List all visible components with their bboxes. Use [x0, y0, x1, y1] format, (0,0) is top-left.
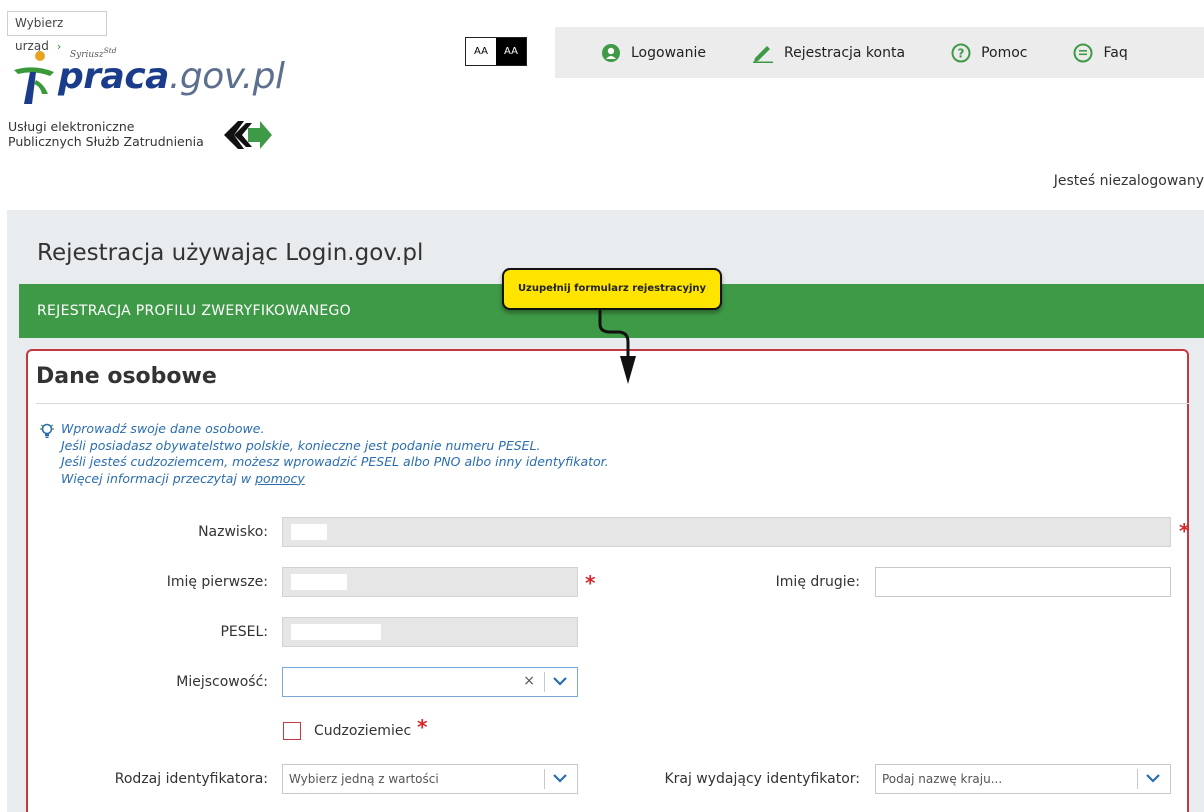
chevron-down-icon[interactable]: [553, 677, 567, 686]
id-country-placeholder: Podaj nazwę kraju...: [882, 772, 1003, 786]
personal-data-form: Dane osobowe Wprowadź swoje dane osobowe…: [26, 349, 1189, 812]
pesel-field[interactable]: [282, 617, 578, 647]
first-name-value-redacted: [291, 574, 347, 590]
services-caption: Usługi elektroniczne Publicznych Służb Z…: [8, 119, 204, 149]
logo-figure-icon: [14, 51, 54, 104]
praca-gov-logo[interactable]: SyriuszStd praca.gov.pl: [10, 46, 285, 108]
nav-register[interactable]: Rejestracja konta: [752, 43, 905, 63]
logo-main: praca: [58, 56, 169, 97]
services-arrows-logo-icon: [224, 121, 272, 149]
nav-help[interactable]: ? Pomoc: [951, 43, 1027, 63]
help-circle-icon: ?: [951, 43, 971, 62]
nav-login-label: Logowanie: [631, 44, 706, 61]
callout-text: Uzupełnij formularz rejestracyjny: [517, 283, 707, 294]
contrast-switcher: AA AA: [465, 37, 527, 66]
info-box: Wprowadź swoje dane osobowe. Jeśli posia…: [40, 421, 609, 488]
pesel-label: PESEL:: [220, 624, 268, 640]
first-name-required-mark: *: [585, 571, 596, 595]
logo-super-sup: Std: [103, 46, 117, 55]
help-link[interactable]: pomocy: [255, 471, 305, 486]
first-name-field[interactable]: [282, 567, 578, 597]
id-type-label: Rodzaj identyfikatora:: [114, 771, 268, 787]
foreigner-checkbox[interactable]: [283, 722, 301, 740]
section-divider: [36, 403, 1189, 404]
svg-text:?: ?: [958, 46, 965, 60]
contrast-high-button[interactable]: AA: [496, 38, 526, 65]
form-section-title: Dane osobowe: [36, 364, 217, 389]
nav-login[interactable]: Logowanie: [601, 43, 706, 63]
surname-required-mark: *: [1179, 519, 1190, 543]
section-bar-label: REJESTRACJA PROFILU ZWERYFIKOWANEGO: [37, 303, 351, 319]
callout-arrow-icon: [598, 310, 636, 384]
services-line-1: Usługi elektroniczne: [8, 119, 135, 134]
id-country-label: Kraj wydający identyfikator:: [664, 771, 860, 787]
info-more-prefix: Więcej informacji przeczytaj w: [61, 470, 256, 486]
login-status: Jesteś niezalogowany: [1053, 173, 1204, 189]
logo-domain: .gov.pl: [168, 56, 285, 97]
nav-help-label: Pomoc: [981, 44, 1028, 61]
city-combobox[interactable]: ×: [282, 667, 578, 697]
user-circle-icon: [602, 43, 620, 62]
choose-office-button[interactable]: Wybierz urząd ›: [7, 11, 107, 53]
combo-divider: [544, 769, 545, 789]
nav-faq[interactable]: Faq: [1073, 43, 1128, 63]
nav-register-label: Rejestracja konta: [783, 44, 906, 61]
first-name-label: Imię pierwsze:: [166, 574, 268, 590]
contrast-normal-button[interactable]: AA: [466, 38, 496, 65]
clear-icon[interactable]: ×: [523, 673, 535, 689]
combo-divider: [1137, 769, 1138, 789]
page-title: Rejestracja używając Login.gov.pl: [37, 240, 424, 266]
chat-bubble-icon: [1073, 43, 1093, 62]
pesel-value-redacted: [291, 624, 381, 640]
surname-value-redacted: [291, 524, 327, 540]
info-line-1: Wprowadź swoje dane osobowe.: [61, 421, 265, 436]
tutorial-callout: Uzupełnij formularz rejestracyjny: [502, 268, 722, 310]
id-type-select[interactable]: Wybierz jedną z wartości: [282, 764, 578, 794]
chevron-down-icon[interactable]: [1146, 774, 1160, 783]
services-line-2: Publicznych Służb Zatrudnienia: [8, 134, 204, 149]
lightbulb-icon: [40, 423, 54, 438]
foreigner-label: Cudzoziemiec: [314, 723, 412, 739]
surname-field[interactable]: [282, 517, 1171, 547]
second-name-field[interactable]: [875, 567, 1171, 597]
foreigner-required-mark: *: [417, 715, 428, 739]
nav-faq-label: Faq: [1103, 44, 1128, 61]
second-name-label: Imię drugie:: [775, 574, 860, 590]
chevron-down-icon[interactable]: [553, 774, 567, 783]
id-country-select[interactable]: Podaj nazwę kraju...: [875, 764, 1171, 794]
id-type-placeholder: Wybierz jedną z wartości: [289, 772, 439, 786]
pencil-icon: [752, 45, 773, 63]
surname-label: Nazwisko:: [198, 524, 268, 540]
info-line-2: Jeśli posiadasz obywatelstwo polskie, ko…: [61, 437, 541, 453]
info-line-4: Więcej informacji przeczytaj w pomocy: [61, 471, 609, 488]
combo-divider: [544, 672, 545, 692]
city-label: Miejscowość:: [176, 674, 268, 690]
top-navigation: Logowanie Rejestracja konta ? Pomoc Faq: [555, 27, 1204, 78]
info-line-3: Jeśli jesteś cudzoziemcem, możesz wprowa…: [61, 454, 609, 469]
